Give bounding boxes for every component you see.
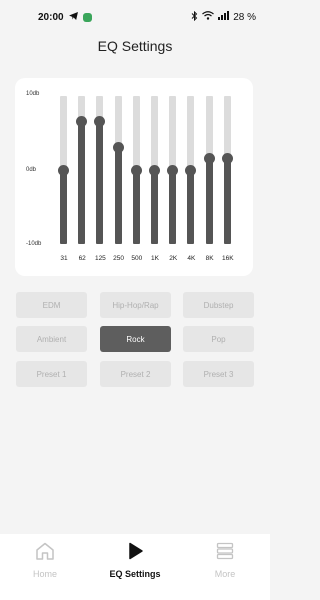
status-time: 20:00 — [38, 11, 64, 23]
preset-button-hip-hop-rap[interactable]: Hip-Hop/Rap — [100, 292, 171, 318]
nav-home[interactable]: Home — [0, 534, 90, 600]
bottom-nav: Home EQ Settings More — [0, 534, 270, 600]
eq-slider-knob[interactable] — [58, 164, 69, 176]
eq-slider-knob[interactable] — [130, 164, 142, 176]
nav-more[interactable]: More — [180, 534, 270, 600]
home-icon — [35, 542, 55, 565]
status-bar: 20:00 28 % — [0, 0, 270, 34]
nav-more-label: More — [214, 569, 236, 579]
preset-button-dubstep[interactable]: Dubstep — [183, 292, 254, 318]
preset-button-preset-2[interactable]: Preset 2 — [100, 361, 171, 387]
app-icon — [82, 12, 92, 22]
eq-slider-knob[interactable] — [167, 164, 179, 176]
eq-band-16K[interactable]: 16K — [221, 96, 235, 270]
eq-slider-fill — [96, 121, 104, 244]
wifi-icon — [202, 11, 215, 23]
eq-slider-fill — [187, 170, 195, 244]
eq-slider-fill — [205, 158, 213, 244]
bluetooth-icon — [191, 10, 198, 24]
eq-slider-fill — [60, 170, 67, 244]
eq-slider-knob[interactable] — [221, 153, 233, 165]
eq-band-500[interactable]: 500 — [130, 96, 144, 270]
eq-slider-fill — [78, 121, 86, 244]
eq-slider-knob[interactable] — [185, 164, 197, 176]
eq-slider-knob[interactable] — [112, 142, 124, 154]
db-label-top: 10db — [26, 91, 40, 97]
preset-button-preset-3[interactable]: Preset 3 — [183, 361, 254, 387]
nav-eq-settings-label: EQ Settings — [109, 569, 161, 579]
preset-button-ambient[interactable]: Ambient — [16, 326, 87, 352]
eq-slider-fill — [114, 147, 122, 244]
eq-slider-knob[interactable] — [76, 116, 88, 128]
preset-button-preset-1[interactable]: Preset 1 — [16, 361, 87, 387]
db-label-zero: 0db — [26, 167, 37, 173]
play-icon — [126, 542, 144, 565]
eq-band-2K[interactable]: 2K — [166, 96, 180, 270]
telegram-icon — [68, 11, 78, 23]
eq-band-label: 16K — [222, 255, 234, 262]
eq-band-8K[interactable]: 8K — [203, 96, 217, 270]
signal-icon — [218, 11, 230, 23]
eq-slider-fill — [151, 170, 158, 244]
eq-slider-knob[interactable] — [149, 164, 160, 176]
nav-home-label: Home — [32, 569, 57, 579]
db-label-bottom: -10db — [26, 241, 42, 247]
preset-button-edm[interactable]: EDM — [16, 292, 87, 318]
nav-eq-settings[interactable]: EQ Settings — [90, 534, 180, 600]
eq-band-250[interactable]: 250 — [112, 96, 126, 270]
menu-icon — [216, 542, 234, 565]
eq-band-62[interactable]: 62 — [75, 96, 89, 270]
eq-slider-fill — [169, 170, 177, 244]
preset-button-pop[interactable]: Pop — [183, 326, 254, 352]
eq-slider-fill — [223, 158, 231, 244]
eq-slider-knob[interactable] — [203, 153, 215, 165]
battery-text: 28 % — [233, 11, 256, 23]
eq-band-1K[interactable]: 1K — [148, 96, 162, 270]
page-title: EQ Settings — [97, 38, 173, 54]
preset-button-rock[interactable]: Rock — [100, 326, 171, 352]
eq-band-125[interactable]: 125 — [93, 96, 107, 270]
eq-band-4K[interactable]: 4K — [184, 96, 198, 270]
eq-slider-fill — [132, 170, 140, 244]
eq-band-31[interactable]: 31 — [57, 96, 71, 270]
eq-slider-knob[interactable] — [94, 116, 106, 128]
